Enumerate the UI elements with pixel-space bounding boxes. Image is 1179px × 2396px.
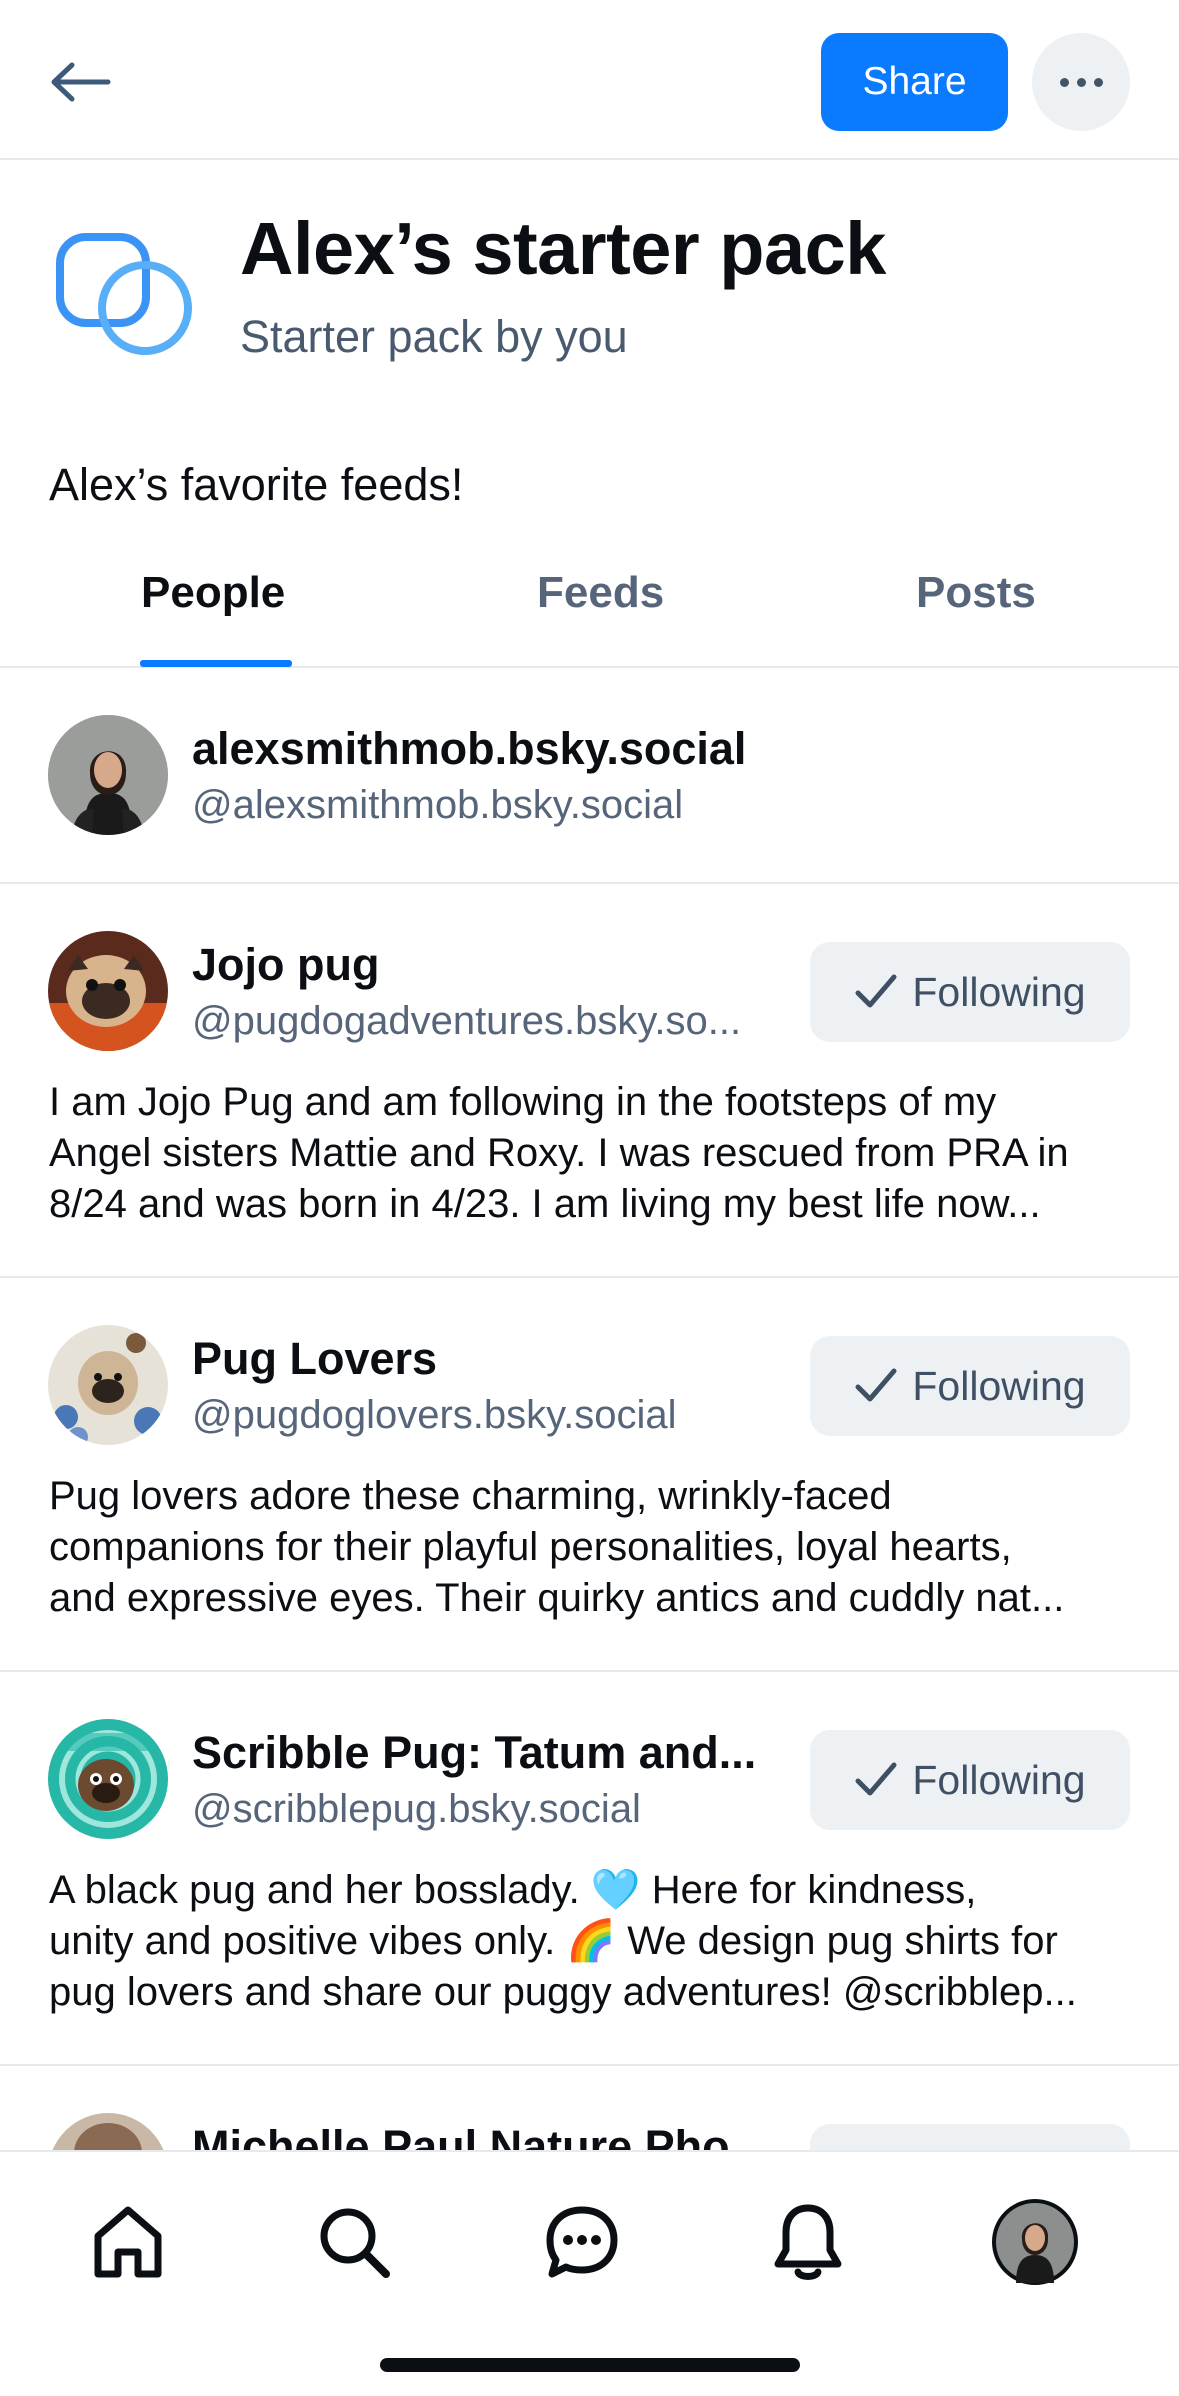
bottom-nav (0, 2150, 1179, 2396)
bio-line: and expressive eyes. Their quirky antics… (49, 1576, 1065, 1620)
share-button[interactable]: Share (821, 33, 1008, 131)
nav-profile[interactable] (990, 2197, 1080, 2287)
nav-search[interactable] (309, 2197, 399, 2287)
bell-icon (774, 2204, 842, 2280)
avatar[interactable] (48, 715, 168, 835)
nav-notifications[interactable] (763, 2197, 853, 2287)
nav-chat[interactable] (537, 2197, 627, 2287)
list-item[interactable]: Pug Lovers @pugdoglovers.bsky.social Fol… (0, 1278, 1179, 1672)
person-name: alexsmithmob.bsky.social (192, 723, 747, 774)
avatar[interactable] (48, 931, 168, 1051)
following-label: Following (912, 968, 1086, 1015)
home-icon (94, 2206, 162, 2278)
arrow-left-icon (51, 62, 111, 102)
tab-posts[interactable]: Posts (916, 568, 1036, 618)
person-bio: I am Jojo Pug and am following in the fo… (49, 1077, 1139, 1230)
ellipsis-icon (1059, 77, 1069, 87)
ellipsis-dot (1076, 77, 1086, 87)
nav-home[interactable] (83, 2197, 173, 2287)
following-button[interactable]: Following (810, 1730, 1130, 1830)
following-label: Following (912, 1362, 1086, 1409)
following-button[interactable]: Following (810, 942, 1130, 1042)
search-icon (320, 2208, 390, 2278)
ellipsis-dot (1093, 77, 1103, 87)
person-handle: @alexsmithmob.bsky.social (192, 783, 684, 827)
person-handle: @pugdoglovers.bsky.social (192, 1393, 677, 1437)
bio-line: Angel sisters Mattie and Roxy. I was res… (49, 1131, 1069, 1175)
tab-bar: People Feeds Posts (0, 550, 1179, 668)
list-item[interactable]: alexsmithmob.bsky.social @alexsmithmob.b… (0, 668, 1179, 884)
person-name: Jojo pug (192, 939, 380, 990)
profile-avatar (992, 2199, 1078, 2285)
check-icon (855, 974, 897, 1008)
bio-line: 8/24 and was born in 4/23. I am living m… (49, 1182, 1041, 1226)
list-item[interactable]: Scribble Pug: Tatum and... @scribblepug.… (0, 1672, 1179, 2066)
bio-line: unity and positive vibes only. 🌈 We desi… (49, 1919, 1058, 1963)
list-item[interactable]: Jojo pug @pugdogadventures.bsky.so... Fo… (0, 884, 1179, 1278)
page-title: Alex’s starter pack (240, 207, 886, 290)
home-indicator (380, 2358, 800, 2372)
bio-line: companions for their playful personaliti… (49, 1525, 1012, 1569)
bio-line: Pug lovers adore these charming, wrinkly… (49, 1474, 892, 1518)
avatar[interactable] (48, 1325, 168, 1445)
bio-line: pug lovers and share our puggy adventure… (49, 1970, 1077, 2014)
top-bar: Share (0, 0, 1179, 160)
pack-description: Alex’s favorite feeds! (49, 459, 464, 510)
following-button[interactable]: Following (810, 1336, 1130, 1436)
person-bio: A black pug and her bosslady. 🩵 Here for… (49, 1865, 1139, 2018)
chat-icon (546, 2206, 618, 2278)
person-handle: @scribblepug.bsky.social (192, 1787, 641, 1831)
starter-pack-icon (56, 233, 192, 355)
check-icon (855, 1368, 897, 1402)
person-handle: @pugdogadventures.bsky.so... (192, 999, 742, 1043)
tab-feeds[interactable]: Feeds (537, 568, 664, 618)
back-button[interactable] (50, 48, 130, 116)
avatar[interactable] (48, 1719, 168, 1839)
check-icon (855, 1762, 897, 1796)
more-options-button[interactable] (1032, 33, 1130, 131)
tab-people[interactable]: People (141, 568, 285, 618)
person-bio: Pug lovers adore these charming, wrinkly… (49, 1471, 1139, 1624)
bio-line: A black pug and her bosslady. 🩵 Here for… (49, 1868, 977, 1912)
pack-subtitle: Starter pack by you (240, 311, 628, 362)
following-label: Following (912, 1756, 1086, 1803)
bio-line: I am Jojo Pug and am following in the fo… (49, 1080, 997, 1124)
person-name: Scribble Pug: Tatum and... (192, 1727, 757, 1778)
person-name: Pug Lovers (192, 1333, 438, 1384)
active-tab-indicator (140, 660, 292, 667)
